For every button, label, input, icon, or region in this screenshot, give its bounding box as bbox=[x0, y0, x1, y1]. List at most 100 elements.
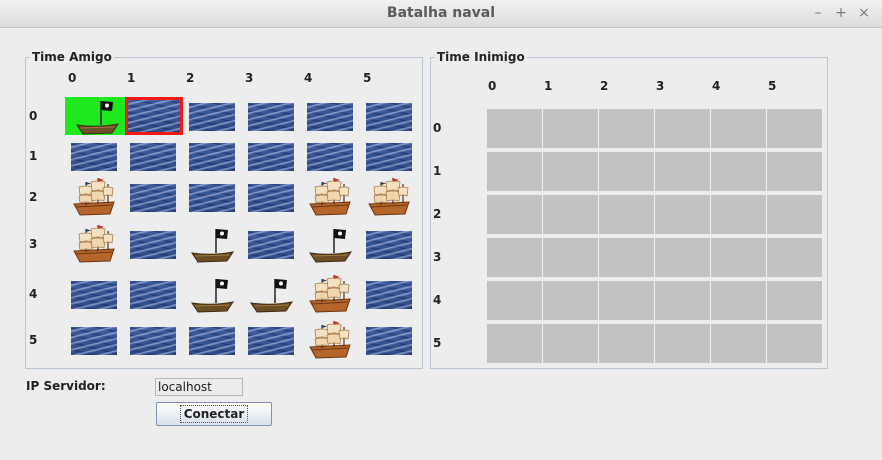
galleon-icon[interactable] bbox=[306, 317, 354, 361]
enemy-cell[interactable] bbox=[767, 281, 822, 320]
enemy-col-label-4: 4 bbox=[712, 79, 721, 93]
enemy-cell[interactable] bbox=[487, 281, 542, 320]
boat-icon[interactable] bbox=[188, 221, 236, 265]
friendly-row-label-0: 0 bbox=[29, 109, 38, 123]
enemy-row-label-5: 5 bbox=[433, 336, 442, 350]
close-button[interactable]: × bbox=[857, 5, 871, 21]
enemy-cell[interactable] bbox=[543, 238, 598, 277]
enemy-cell[interactable] bbox=[599, 195, 654, 234]
galleon-icon[interactable] bbox=[70, 174, 118, 218]
minimize-button[interactable]: – bbox=[811, 5, 825, 21]
enemy-cell[interactable] bbox=[655, 324, 710, 363]
window-title: Batalha naval bbox=[386, 5, 496, 21]
friendly-cell-water[interactable] bbox=[130, 184, 176, 212]
friendly-cell-water[interactable] bbox=[189, 103, 235, 131]
friendly-cell-water[interactable] bbox=[307, 143, 353, 171]
water-texture bbox=[128, 100, 180, 132]
enemy-cell[interactable] bbox=[711, 281, 766, 320]
enemy-cell[interactable] bbox=[767, 152, 822, 191]
friendly-cell-water[interactable] bbox=[71, 281, 117, 309]
enemy-cell[interactable] bbox=[767, 324, 822, 363]
friendly-cell-water[interactable] bbox=[366, 143, 412, 171]
friendly-cell-water[interactable] bbox=[130, 327, 176, 355]
enemy-cell[interactable] bbox=[487, 324, 542, 363]
enemy-cell[interactable] bbox=[655, 109, 710, 148]
enemy-col-label-5: 5 bbox=[768, 79, 777, 93]
enemy-cell[interactable] bbox=[599, 281, 654, 320]
friendly-cell-boat-hit[interactable] bbox=[65, 97, 125, 135]
friendly-cell-water[interactable] bbox=[71, 327, 117, 355]
friendly-cell-water[interactable] bbox=[248, 103, 294, 131]
enemy-cell[interactable] bbox=[487, 195, 542, 234]
boat-icon[interactable] bbox=[188, 271, 236, 315]
enemy-cell[interactable] bbox=[711, 152, 766, 191]
enemy-cell[interactable] bbox=[543, 324, 598, 363]
friendly-cell-water[interactable] bbox=[130, 281, 176, 309]
galleon-icon[interactable] bbox=[306, 174, 354, 218]
friendly-col-label-5: 5 bbox=[363, 71, 372, 85]
enemy-row-label-3: 3 bbox=[433, 250, 442, 264]
enemy-cell[interactable] bbox=[487, 152, 542, 191]
friendly-legend: Time Amigo bbox=[30, 50, 114, 64]
enemy-cell[interactable] bbox=[767, 238, 822, 277]
friendly-cell-water[interactable] bbox=[248, 184, 294, 212]
enemy-cell[interactable] bbox=[655, 281, 710, 320]
friendly-cell-water[interactable] bbox=[189, 327, 235, 355]
ip-server-input[interactable] bbox=[155, 378, 243, 396]
friendly-row-label-5: 5 bbox=[29, 333, 38, 347]
maximize-button[interactable]: + bbox=[834, 5, 848, 21]
enemy-cell[interactable] bbox=[655, 152, 710, 191]
enemy-row-label-4: 4 bbox=[433, 293, 442, 307]
friendly-cell-water[interactable] bbox=[307, 103, 353, 131]
enemy-cell[interactable] bbox=[599, 324, 654, 363]
friendly-col-label-2: 2 bbox=[186, 71, 195, 85]
friendly-cell-water[interactable] bbox=[248, 327, 294, 355]
friendly-cell-water[interactable] bbox=[366, 281, 412, 309]
enemy-cell[interactable] bbox=[599, 238, 654, 277]
friendly-row-label-3: 3 bbox=[29, 237, 38, 251]
galleon-icon[interactable] bbox=[365, 174, 413, 218]
enemy-cell[interactable] bbox=[711, 238, 766, 277]
boat-icon[interactable] bbox=[306, 221, 354, 265]
enemy-cell[interactable] bbox=[711, 195, 766, 234]
enemy-cell[interactable] bbox=[599, 152, 654, 191]
enemy-cell[interactable] bbox=[655, 195, 710, 234]
friendly-cell-water[interactable] bbox=[248, 231, 294, 259]
enemy-col-label-1: 1 bbox=[544, 79, 553, 93]
friendly-cell-water[interactable] bbox=[130, 143, 176, 171]
enemy-cell[interactable] bbox=[711, 109, 766, 148]
friendly-cell-water[interactable] bbox=[71, 143, 117, 171]
enemy-col-label-3: 3 bbox=[656, 79, 665, 93]
connect-button-label: Conectar bbox=[179, 405, 249, 423]
friendly-cell-selected[interactable] bbox=[125, 97, 183, 135]
enemy-cell[interactable] bbox=[487, 238, 542, 277]
enemy-row-label-1: 1 bbox=[433, 164, 442, 178]
friendly-cell-water[interactable] bbox=[130, 231, 176, 259]
friendly-row-label-4: 4 bbox=[29, 287, 38, 301]
galleon-icon[interactable] bbox=[70, 221, 118, 265]
friendly-cell-water[interactable] bbox=[366, 327, 412, 355]
galleon-icon[interactable] bbox=[306, 271, 354, 315]
connect-button[interactable]: Conectar bbox=[156, 402, 272, 426]
enemy-cell[interactable] bbox=[655, 238, 710, 277]
friendly-cell-water[interactable] bbox=[366, 231, 412, 259]
friendly-cell-water[interactable] bbox=[366, 103, 412, 131]
enemy-cell[interactable] bbox=[543, 281, 598, 320]
enemy-cell[interactable] bbox=[767, 109, 822, 148]
friendly-col-label-3: 3 bbox=[245, 71, 254, 85]
enemy-row-label-0: 0 bbox=[433, 121, 442, 135]
enemy-row-label-2: 2 bbox=[433, 207, 442, 221]
enemy-cell[interactable] bbox=[543, 109, 598, 148]
enemy-cell[interactable] bbox=[543, 195, 598, 234]
enemy-cell[interactable] bbox=[599, 109, 654, 148]
friendly-cell-water[interactable] bbox=[189, 184, 235, 212]
friendly-cell-water[interactable] bbox=[248, 143, 294, 171]
enemy-cell[interactable] bbox=[711, 324, 766, 363]
enemy-cell[interactable] bbox=[487, 109, 542, 148]
enemy-cell[interactable] bbox=[767, 195, 822, 234]
boat-icon[interactable] bbox=[247, 271, 295, 315]
friendly-cell-water[interactable] bbox=[189, 143, 235, 171]
enemy-cell[interactable] bbox=[543, 152, 598, 191]
enemy-legend: Time Inimigo bbox=[435, 50, 527, 64]
boat-icon bbox=[73, 97, 121, 135]
